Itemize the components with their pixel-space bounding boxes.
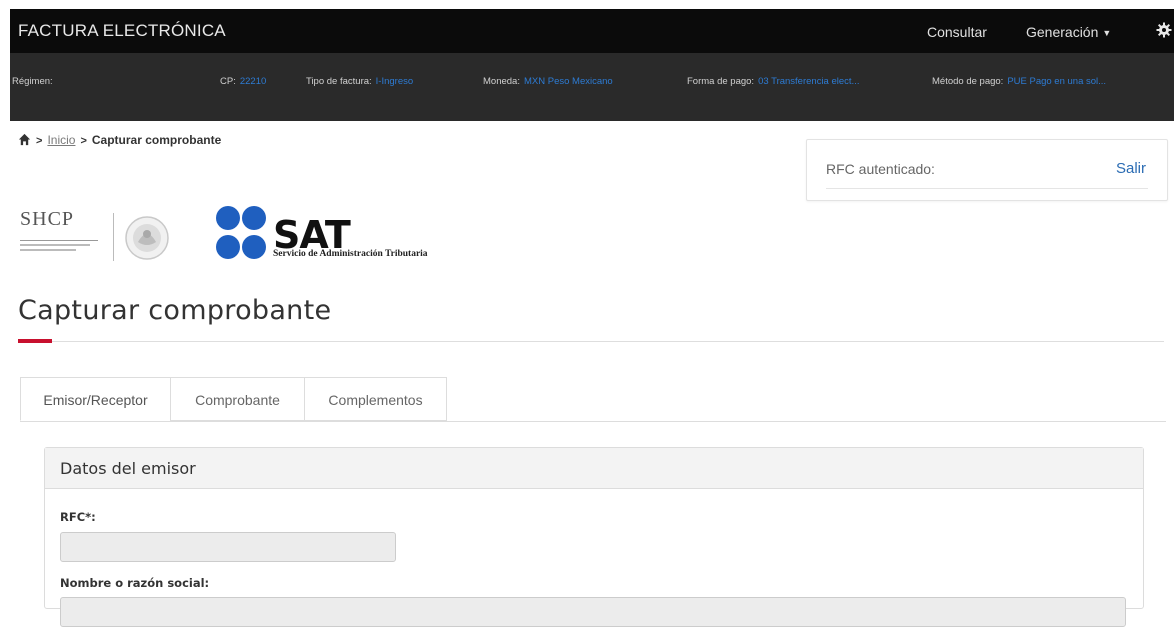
app-title: FACTURA ELECTRÓNICA xyxy=(18,21,226,40)
cp-label: CP: xyxy=(220,76,236,87)
caret-down-icon: ▼ xyxy=(1102,28,1112,39)
nav-generacion-dropdown[interactable]: Generación ▼ xyxy=(1026,24,1111,40)
panel-title: Datos del emisor xyxy=(60,459,196,478)
top-navbar: FACTURA ELECTRÓNICA Consultar Generación… xyxy=(10,9,1174,53)
tab-comprobante[interactable]: Comprobante xyxy=(170,377,305,421)
forma-pago-field: Forma de pago: 03 Transferencia elect... xyxy=(687,76,859,87)
page-title: Capturar comprobante xyxy=(18,295,332,326)
metodo-pago-label: Método de pago: xyxy=(932,76,1004,87)
panel-header: Datos del emisor xyxy=(45,448,1143,489)
mexico-seal-icon xyxy=(125,216,169,260)
emisor-panel: Datos del emisor RFC*: Nombre o razón so… xyxy=(44,447,1144,627)
nav-generacion-label: Generación xyxy=(1026,24,1099,40)
breadcrumb-separator: > xyxy=(80,135,87,147)
forma-pago-value: 03 Transferencia elect... xyxy=(758,76,860,87)
rfc-auth-box: RFC autenticado: Salir xyxy=(806,139,1168,201)
title-accent-bar xyxy=(18,339,52,343)
rfc-input[interactable] xyxy=(60,532,396,562)
rfc-label: RFC*: xyxy=(60,510,96,524)
divider xyxy=(826,188,1148,189)
metodo-pago-value: PUE Pago en una sol... xyxy=(1007,76,1107,87)
rfc-authenticated-label: RFC autenticado: xyxy=(826,161,935,177)
cp-field: CP: 22210 xyxy=(220,76,266,87)
invoice-info-bar: Régimen: CP: 22210 Tipo de factura: I-Ingr… xyxy=(10,53,1174,121)
tab-emisor-receptor[interactable]: Emisor/Receptor xyxy=(20,377,171,421)
regimen-label: Régimen: xyxy=(12,76,53,87)
breadcrumb-current: Capturar comprobante xyxy=(91,133,222,147)
shcp-logo: SHCP xyxy=(17,208,177,268)
logout-link[interactable]: Salir xyxy=(1116,160,1146,177)
moneda-field: Moneda: MXN Peso Mexicano xyxy=(483,76,613,87)
cp-value: 22210 xyxy=(239,76,267,87)
tipo-factura-field: Tipo de factura: I-Ingreso xyxy=(306,76,413,87)
gear-icon[interactable] xyxy=(1156,22,1172,38)
tab-complementos[interactable]: Complementos xyxy=(304,377,447,421)
breadcrumb-inicio-link[interactable]: Inicio xyxy=(47,133,75,147)
moneda-label: Moneda: xyxy=(483,76,520,87)
metodo-pago-field: Método de pago: PUE Pago en una sol... xyxy=(932,76,1106,87)
breadcrumb-separator: > xyxy=(36,135,43,147)
tabs-baseline xyxy=(20,421,1166,422)
tipo-factura-label: Tipo de factura: xyxy=(306,76,372,87)
sat-dots-graphic xyxy=(216,206,266,259)
home-icon[interactable] xyxy=(18,133,31,146)
sat-logo: SAT Servicio de Administración Tributari… xyxy=(215,204,515,266)
forma-pago-label: Forma de pago: xyxy=(687,76,755,87)
tipo-factura-value: I-Ingreso xyxy=(375,76,414,87)
nombre-label: Nombre o razón social: xyxy=(60,576,210,590)
sat-subtitle: Servicio de Administración Tributaria xyxy=(273,249,428,259)
title-divider xyxy=(18,341,1164,342)
nombre-input[interactable] xyxy=(60,597,1126,627)
shcp-subtitle-graphic xyxy=(20,240,98,251)
shcp-logo-text: SHCP xyxy=(20,208,75,230)
moneda-value: MXN Peso Mexicano xyxy=(523,76,613,87)
nav-consultar[interactable]: Consultar xyxy=(927,24,987,40)
logo-divider xyxy=(113,213,114,261)
breadcrumb: > Inicio > Capturar comprobante xyxy=(18,133,221,147)
